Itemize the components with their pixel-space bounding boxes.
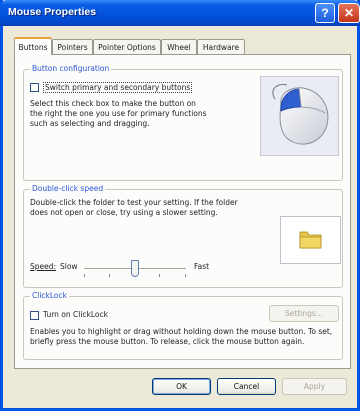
tab-hardware[interactable]: Hardware <box>197 39 245 54</box>
slider-tick <box>185 274 186 277</box>
double-click-speed-legend: Double-click speed <box>30 184 106 193</box>
window-title: Mouse Properties <box>8 6 97 18</box>
mouse-icon <box>272 84 329 145</box>
tab-pointer-options[interactable]: Pointer Options <box>93 39 161 54</box>
slider-tick <box>84 274 85 277</box>
apply-button-label: Apply <box>303 382 326 391</box>
button-configuration-group: Button configuration Switch primary and … <box>23 64 343 181</box>
slider-tick <box>109 274 110 277</box>
fast-label: Fast <box>194 262 210 271</box>
button-configuration-legend: Button configuration <box>30 64 112 73</box>
test-folder-area[interactable] <box>280 216 341 264</box>
tab-pointers[interactable]: Pointers <box>52 39 93 54</box>
clicklock-checkbox[interactable] <box>30 311 39 320</box>
tab-label: Pointers <box>57 42 88 52</box>
switch-buttons-label[interactable]: Switch primary and secondary buttons <box>43 82 193 93</box>
tab-wheel[interactable]: Wheel <box>161 39 197 54</box>
slider-tick <box>159 274 160 277</box>
clicklock-description: Enables you to highlight or drag without… <box>30 327 333 346</box>
tab-label: Hardware <box>202 42 240 52</box>
slow-label: Slow <box>60 262 78 271</box>
switch-buttons-checkbox[interactable] <box>30 83 39 92</box>
clicklock-group: ClickLock Turn on ClickLock Settings... … <box>23 291 343 360</box>
title-bar[interactable]: Mouse Properties ? ✕ <box>0 0 360 26</box>
settings-button-label: Settings... <box>285 309 323 318</box>
button-configuration-description: Select this check box to make the button… <box>30 99 207 128</box>
tab-label: Buttons <box>18 42 48 52</box>
close-button[interactable]: ✕ <box>338 3 360 23</box>
cancel-button[interactable]: Cancel <box>217 378 276 395</box>
double-click-description: Double-click the folder to test your set… <box>30 198 238 217</box>
cancel-button-label: Cancel <box>233 382 260 391</box>
ok-button-label: OK <box>176 382 187 391</box>
tab-label: Wheel <box>167 42 191 52</box>
clicklock-legend: ClickLock <box>30 291 69 300</box>
speed-slider-thumb[interactable] <box>131 260 139 277</box>
help-icon: ? <box>321 6 329 20</box>
help-button[interactable]: ? <box>315 3 335 23</box>
tab-panel: Button configuration Switch primary and … <box>14 54 351 369</box>
double-click-speed-group: Double-click speed Double-click the fold… <box>23 184 343 288</box>
ok-button[interactable]: OK <box>152 378 211 395</box>
tab-label: Pointer Options <box>98 42 156 52</box>
speed-label: Speed: <box>30 262 57 271</box>
tab-buttons[interactable]: Buttons <box>14 37 52 55</box>
apply-button[interactable]: Apply <box>282 378 347 395</box>
mouse-preview <box>260 76 339 156</box>
mouse-properties-window: Mouse Properties ? ✕ Buttons Pointers Po… <box>0 0 360 411</box>
folder-icon <box>299 231 322 249</box>
clicklock-label[interactable]: Turn on ClickLock <box>43 310 108 320</box>
clicklock-settings-button[interactable]: Settings... <box>269 305 339 322</box>
close-icon: ✕ <box>343 6 355 20</box>
